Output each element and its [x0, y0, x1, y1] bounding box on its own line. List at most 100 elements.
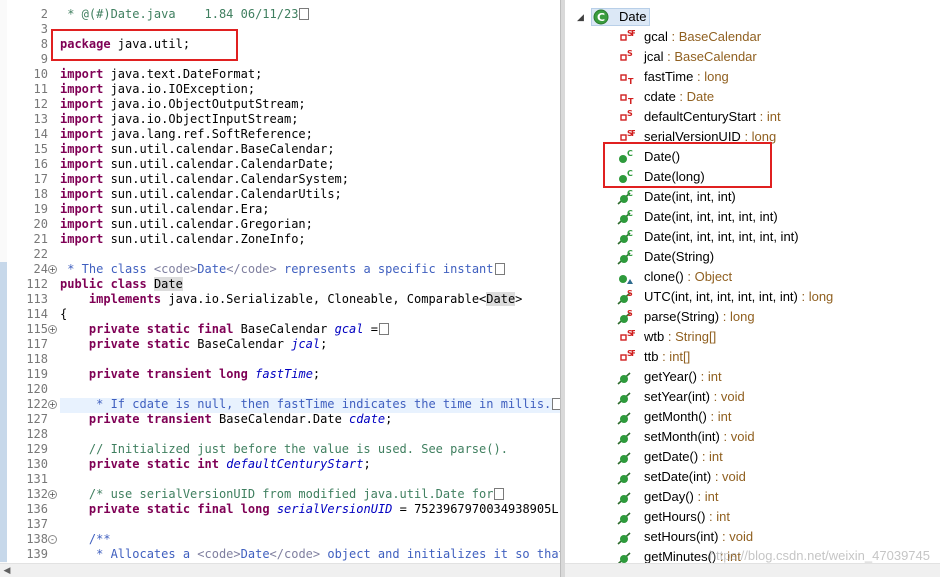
outline-item[interactable]: setMonth(int) : void [565, 427, 940, 447]
code-line[interactable]: 11 import java.io.IOException; [0, 82, 560, 97]
code-token: sun.util.calendar.CalendarSystem; [103, 172, 349, 186]
code-line[interactable]: 19 import sun.util.calendar.Era; [0, 202, 560, 217]
code-line[interactable]: 13 import java.io.ObjectInputStream; [0, 112, 560, 127]
outline-item[interactable]: C Date(String) [565, 247, 940, 267]
outline-item[interactable]: SdefaultCenturyStart : int [565, 107, 940, 127]
fold-expand-icon[interactable]: + [48, 325, 57, 334]
code-token: private [88, 412, 140, 426]
outline-item[interactable]: S F serialVersionUID : long [565, 127, 940, 147]
line-number: 132 [26, 487, 48, 501]
static-final-private-field-icon: SF [617, 129, 636, 145]
outline-item[interactable]: Sjcal : BaseCalendar [565, 47, 940, 67]
outline-item[interactable]: S F ttb : int[] [565, 347, 940, 367]
code-line[interactable]: 139 * Allocates a <code>Date</code> obje… [0, 547, 560, 562]
svg-text:C: C [597, 11, 605, 24]
outline-root-date[interactable]: ◢ C Date [565, 7, 940, 27]
code-line[interactable]: 117 private static BaseCalendar jcal; [0, 337, 560, 352]
outline-item[interactable]: S UTC(int, int, int, int, int, int) : lon… [565, 287, 940, 307]
outline-item[interactable]: C Date(int, int, int) [565, 187, 940, 207]
code-token: final [197, 322, 234, 336]
folded-content-icon[interactable] [494, 488, 505, 500]
code-line[interactable]: 2 * @(#)Date.java 1.84 06/11/23 [0, 7, 560, 22]
code-line[interactable]: 131 [0, 472, 560, 487]
code-line[interactable]: 8 package java.util; [0, 37, 560, 52]
outline-item[interactable]: C Date() [565, 147, 940, 167]
outline-item[interactable]: getYear() : int [565, 367, 940, 387]
deprecated-method-icon [617, 369, 635, 385]
code-line[interactable]: 113 implements java.io.Serializable, Clo… [0, 292, 560, 307]
code-line[interactable]: 15 import sun.util.calendar.BaseCalendar; [0, 142, 560, 157]
code-line[interactable]: 137 [0, 517, 560, 532]
code-line[interactable]: 118 [0, 352, 560, 367]
outline-item[interactable]: setHours(int) : void [565, 527, 940, 547]
static-private-field-icon: S [617, 49, 635, 65]
outline-item[interactable]: C Date(int, int, int, int, int) [565, 207, 940, 227]
svg-text:T: T [628, 97, 634, 105]
folded-content-icon[interactable] [299, 8, 310, 20]
outline-horizontal-scrollbar[interactable] [565, 563, 940, 577]
code-line[interactable]: 12 import java.io.ObjectOutputStream; [0, 97, 560, 112]
code-line[interactable]: 9 [0, 52, 560, 67]
code-line[interactable]: 17 import sun.util.calendar.CalendarSyste… [0, 172, 560, 187]
code-line[interactable]: 18 import sun.util.calendar.CalendarUtils… [0, 187, 560, 202]
scroll-left-icon[interactable]: ◀ [0, 564, 14, 577]
fold-expand-icon[interactable]: + [48, 400, 57, 409]
code-line[interactable]: 132 + /* use serialVersionUID from modifi… [0, 487, 560, 502]
code-line[interactable]: 130 private static int defaultCenturySta… [0, 457, 560, 472]
outline-item[interactable]: getHours() : int [565, 507, 940, 527]
code-line[interactable]: 119 private transient long fastTime; [0, 367, 560, 382]
outline-item-label: ttb : int[] [644, 347, 690, 367]
fold-expand-icon[interactable]: + [48, 265, 57, 274]
code-line[interactable]: 115 + private static final BaseCalendar g… [0, 322, 560, 337]
line-number: 127 [26, 412, 48, 426]
code-line[interactable]: 112 public class Date [0, 277, 560, 292]
code-token: java.lang.ref.SoftReference; [103, 127, 313, 141]
folded-content-icon[interactable] [378, 323, 389, 335]
outline-item[interactable]: Tcdate : Date [565, 87, 940, 107]
code-line[interactable]: 120 [0, 382, 560, 397]
code-line[interactable]: 128 [0, 427, 560, 442]
outline-item[interactable]: C Date(long) [565, 167, 940, 187]
code-line[interactable]: 21 import sun.util.calendar.ZoneInfo; [0, 232, 560, 247]
code-token: sun.util.calendar.BaseCalendar; [103, 142, 335, 156]
outline-item[interactable]: getDay() : int [565, 487, 940, 507]
outline-item[interactable]: S F gcal : BaseCalendar [565, 27, 940, 47]
code-line[interactable]: 10 import java.text.DateFormat; [0, 67, 560, 82]
code-line[interactable]: 122 + * If cdate is null, then fastTime i… [0, 397, 560, 412]
code-text: import sun.util.calendar.CalendarDate; [60, 157, 335, 172]
folded-content-icon[interactable] [494, 263, 505, 275]
outline-item[interactable]: setDate(int) : void [565, 467, 940, 487]
outline-item[interactable]: TfastTime : long [565, 67, 940, 87]
code-line[interactable]: 136 private static final long serialVers… [0, 502, 560, 517]
code-line[interactable]: 14 import java.lang.ref.SoftReference; [0, 127, 560, 142]
fold-expand-icon[interactable]: + [48, 490, 57, 499]
code-line[interactable]: 127 private transient BaseCalendar.Date … [0, 412, 560, 427]
tree-expanded-arrow-icon[interactable]: ◢ [577, 7, 584, 27]
fold-collapse-icon[interactable]: - [48, 535, 57, 544]
code-line[interactable]: 16 import sun.util.calendar.CalendarDate; [0, 157, 560, 172]
outline-view[interactable]: ◢ C Date S Fgcal : BaseCalendar Sjcal : Ba… [565, 0, 940, 577]
code-line[interactable]: 22 [0, 247, 560, 262]
code-line[interactable]: 24 + * The class <code>Date</code> repres… [0, 262, 560, 277]
code-text: import sun.util.calendar.CalendarUtils; [60, 187, 342, 202]
outline-item[interactable]: setYear(int) : void [565, 387, 940, 407]
code-editor[interactable]: 2 * @(#)Date.java 1.84 06/11/23 3 8 package… [0, 0, 560, 577]
outline-item[interactable]: getDate() : int [565, 447, 940, 467]
code-line[interactable]: 3 [0, 22, 560, 37]
code-line[interactable]: 129 // Initialized just before the value… [0, 442, 560, 457]
outline-item[interactable]: S F wtb : String[] [565, 327, 940, 347]
outline-item[interactable]: clone() : Object [565, 267, 940, 287]
svg-text:C: C [627, 189, 633, 198]
folded-content-icon[interactable] [552, 398, 560, 410]
line-number: 113 [26, 292, 48, 306]
code-line[interactable]: 114 { [0, 307, 560, 322]
outline-item[interactable]: Sparse(String) : long [565, 307, 940, 327]
code-line[interactable]: 138- /** [0, 532, 560, 547]
code-line[interactable]: 20 import sun.util.calendar.Gregorian; [0, 217, 560, 232]
outline-item[interactable]: C Date(int, int, int, int, int, int) [565, 227, 940, 247]
outline-item-type: : int [756, 109, 781, 124]
editor-horizontal-scrollbar[interactable]: ◀ [0, 563, 560, 577]
outline-item[interactable]: getMonth() : int [565, 407, 940, 427]
